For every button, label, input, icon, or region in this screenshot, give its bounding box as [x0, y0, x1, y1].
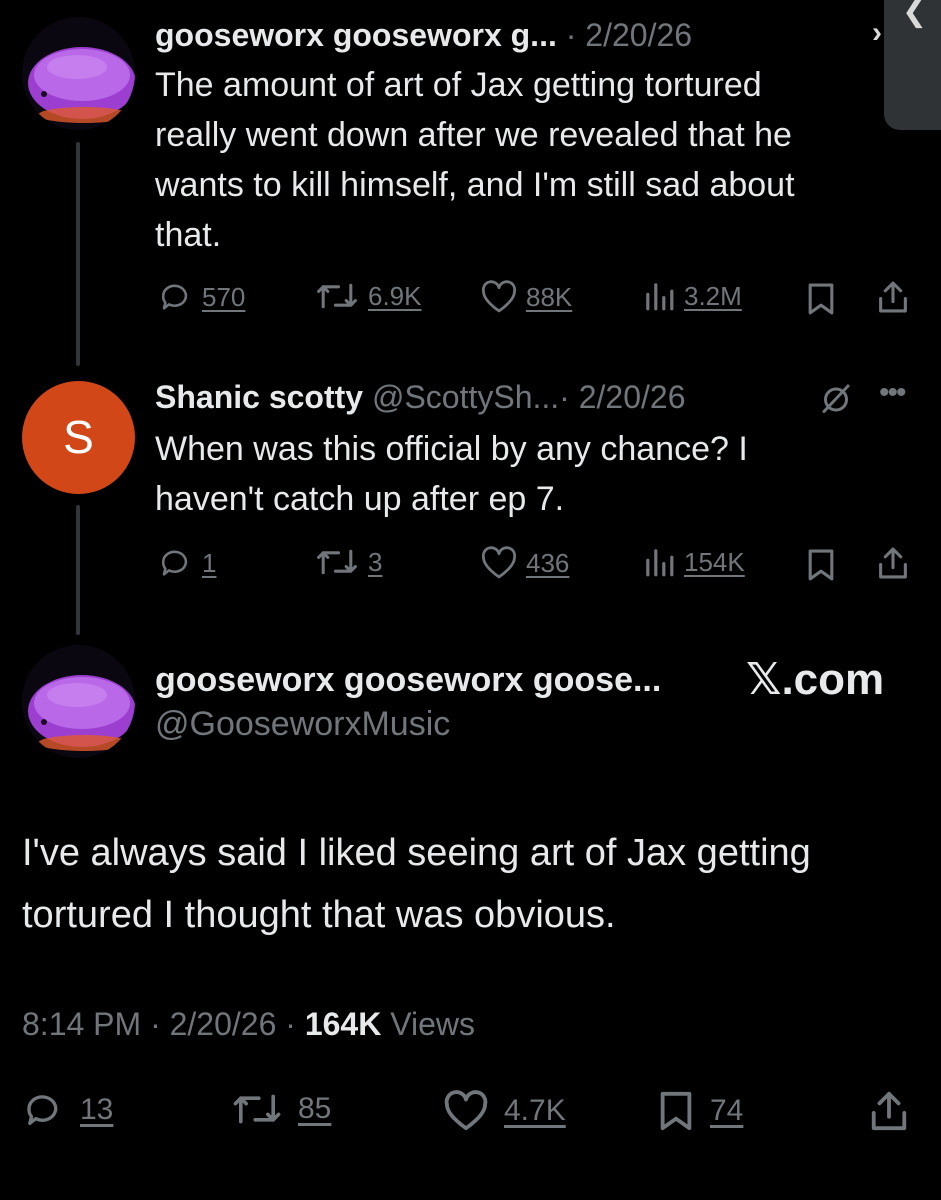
like-icon	[444, 1090, 488, 1131]
reply-icon	[27, 1095, 58, 1125]
handle[interactable]: @GooseworxMusic	[155, 705, 450, 744]
bookmark-count: 74	[710, 1094, 744, 1127]
reply-button[interactable]: 1	[158, 546, 216, 580]
share-button[interactable]	[876, 280, 910, 314]
tweet-text-line: really went down after we revealed that …	[155, 116, 792, 154]
handle[interactable]: @ScottySh...	[372, 379, 559, 415]
like-icon	[481, 280, 517, 313]
like-button[interactable]: 436	[480, 546, 569, 580]
views-icon	[646, 549, 674, 577]
tweet-text: I've always said I liked seeing art of J…	[22, 822, 811, 946]
tweet-text-line: I've always said I liked seeing art of J…	[22, 832, 811, 874]
views-count[interactable]: 164K	[305, 1006, 382, 1042]
reply-button[interactable]: 13	[22, 1090, 113, 1130]
share-icon	[871, 1091, 907, 1131]
tweet-text-line: haven't catch up after ep 7.	[155, 480, 565, 518]
tweet-date[interactable]: 2/20/26	[579, 379, 686, 415]
views-label: Views	[390, 1006, 475, 1042]
display-name[interactable]: gooseworx gooseworx goose...	[155, 661, 661, 700]
display-name[interactable]: gooseworx gooseworx g...	[155, 17, 557, 53]
reply-count: 13	[80, 1093, 114, 1126]
tweet-text-line: When was this official by any chance? I	[155, 430, 748, 468]
like-icon	[481, 546, 517, 579]
bookmark-button[interactable]: 74	[656, 1090, 743, 1132]
share-button[interactable]	[876, 546, 910, 580]
mute-icon[interactable]	[818, 380, 854, 421]
like-count: 4.7K	[504, 1094, 566, 1127]
x-logo-icon: 𝕏.com	[746, 655, 885, 704]
separator: ·	[150, 1006, 161, 1042]
views-count: 3.2M	[684, 280, 742, 311]
like-button[interactable]: 88K	[480, 280, 572, 314]
tweet-text: The amount of art of Jax getting torture…	[155, 60, 795, 260]
reply-button[interactable]: 570	[158, 280, 245, 314]
bookmark-button[interactable]	[805, 548, 837, 582]
more-icon[interactable]: •••	[879, 376, 906, 410]
bookmark-icon	[660, 1091, 692, 1131]
reply-count: 1	[202, 547, 217, 578]
close-icon[interactable]: ›	[872, 16, 882, 50]
repost-icon	[317, 283, 357, 309]
tweet-date[interactable]: 2/20/26	[585, 17, 692, 53]
tweet-text-line: that.	[155, 216, 222, 254]
bookmark-button[interactable]	[805, 282, 837, 316]
avatar-letter: S	[63, 411, 94, 463]
separator: ·	[285, 1006, 296, 1042]
separator: ·	[559, 379, 570, 415]
repost-count: 3	[368, 546, 383, 577]
views-button[interactable]: 154K	[642, 546, 745, 578]
reply-icon	[161, 284, 188, 310]
share-button[interactable]	[868, 1090, 910, 1132]
share-icon	[879, 281, 907, 313]
thread-line	[76, 505, 80, 635]
bookmark-icon	[808, 549, 834, 581]
reply-icon	[161, 550, 188, 576]
like-button[interactable]: 4.7K	[442, 1090, 566, 1132]
tweet-header: gooseworx gooseworx g... · 2/20/26	[155, 16, 692, 54]
repost-button[interactable]: 85	[230, 1090, 331, 1128]
tweet-text: When was this official by any chance? I …	[155, 424, 748, 524]
thread-line	[76, 142, 80, 366]
side-overlay: ❮	[884, 0, 941, 130]
like-count: 88K	[526, 281, 573, 312]
repost-icon	[317, 549, 357, 575]
tweet-meta: 8:14 PM · 2/20/26 · 164K Views	[22, 1006, 475, 1043]
separator: ·	[565, 17, 577, 53]
repost-button[interactable]: 6.9K	[314, 280, 422, 312]
views-button[interactable]: 3.2M	[642, 280, 742, 312]
repost-count: 85	[298, 1092, 332, 1125]
display-name[interactable]: Shanic scotty	[155, 379, 363, 415]
tweet-date: 2/20/26	[169, 1006, 277, 1042]
views-icon	[646, 283, 674, 311]
avatar[interactable]: S	[22, 381, 135, 494]
tweet-text-line: The amount of art of Jax getting torture…	[155, 66, 762, 104]
bookmark-icon	[808, 283, 834, 315]
repost-button[interactable]: 3	[314, 546, 382, 578]
tweet-text-line: tortured I thought that was obvious.	[22, 894, 616, 936]
avatar-creature-image	[28, 675, 135, 751]
share-icon	[879, 547, 907, 579]
repost-icon	[233, 1094, 281, 1124]
like-count: 436	[526, 547, 570, 578]
avatar[interactable]	[22, 645, 135, 758]
tweet-text-line: wants to kill himself, and I'm still sad…	[155, 166, 795, 204]
chevron-left-icon[interactable]: ❮	[902, 0, 927, 29]
reply-count: 570	[202, 281, 246, 312]
views-count: 154K	[684, 546, 745, 577]
repost-count: 6.9K	[368, 280, 422, 311]
avatar[interactable]	[22, 17, 135, 130]
avatar-creature-image	[28, 47, 135, 123]
tweet-time: 8:14 PM	[22, 1006, 142, 1042]
tweet-header: Shanic scotty @ScottySh...· 2/20/26	[155, 378, 685, 416]
